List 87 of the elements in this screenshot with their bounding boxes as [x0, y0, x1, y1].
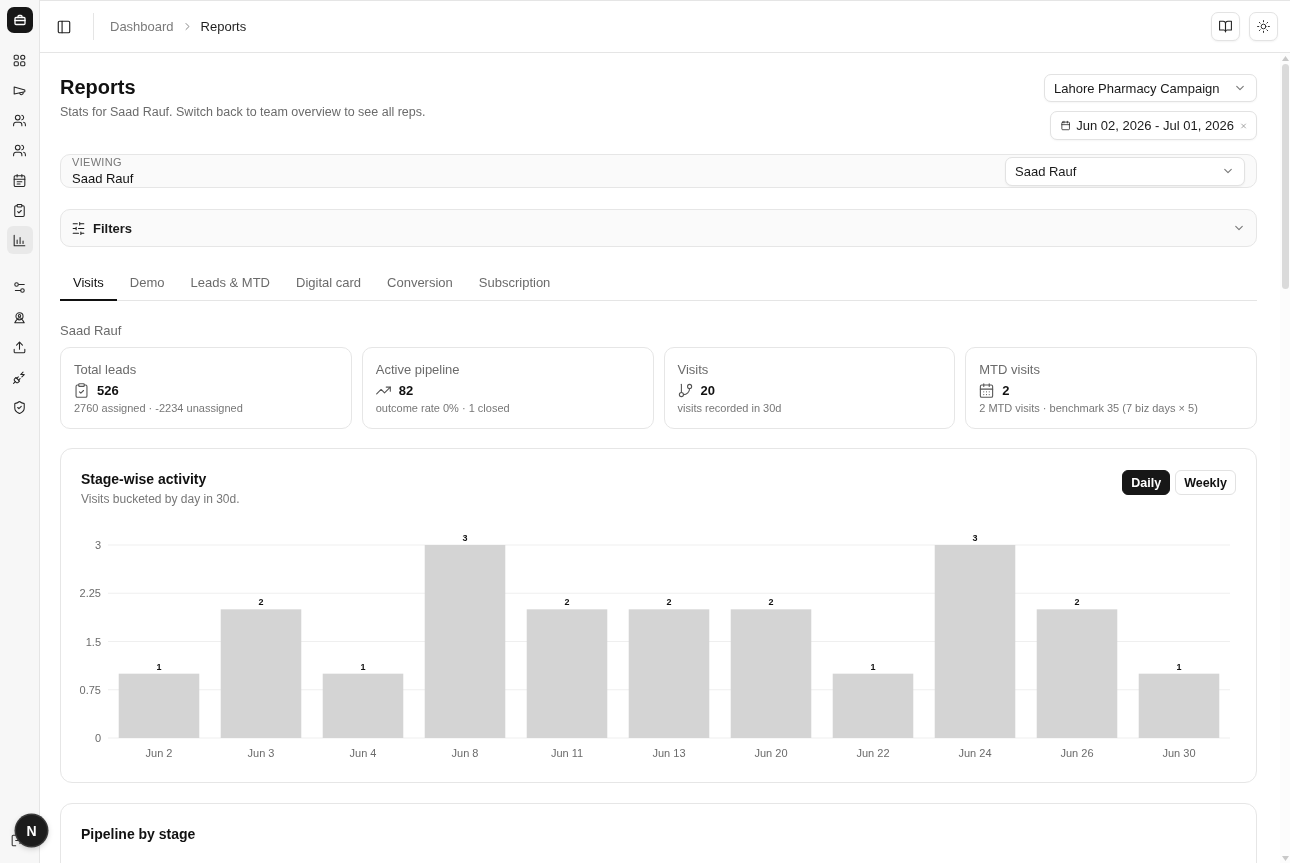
x-axis-label: Jun 3: [247, 747, 275, 759]
stat-note: 2760 assigned · -2234 unassigned: [74, 401, 244, 415]
tab[interactable]: Demo: [116, 266, 178, 301]
bar-chart-icon: [13, 233, 26, 247]
data-label: 1: [870, 661, 876, 672]
stat-note: outcome rate 0% · 1 closed: [375, 401, 511, 415]
data-label: 2: [1074, 597, 1080, 608]
briefcase-logo-icon[interactable]: [6, 7, 33, 33]
tab[interactable]: Digital card: [283, 266, 375, 301]
chart-subtitle: Visits bucketed by day in 30d.: [81, 491, 240, 507]
x-axis-label: Jun 2: [145, 747, 173, 759]
rep-select[interactable]: Saad Rauf: [1005, 156, 1245, 186]
x-axis-label: Jun 26: [1060, 747, 1094, 759]
users-icon: [13, 113, 26, 127]
stat-value: 82: [398, 382, 414, 398]
plug-icon: [13, 370, 26, 384]
dashboard-grid-icon: [13, 53, 26, 67]
users-icon: [13, 143, 26, 157]
git-branch-icon: [677, 382, 693, 398]
stat-value: 526: [97, 382, 119, 398]
tab[interactable]: Leads & MTD: [177, 266, 283, 301]
theme-toggle-button[interactable]: [1249, 12, 1278, 41]
y-axis-label: 3: [94, 539, 101, 551]
stat-label: Total leads: [74, 362, 138, 378]
shield-check-icon: [13, 400, 26, 414]
sun-icon: [1257, 20, 1270, 33]
y-axis-label: 0.75: [79, 683, 101, 696]
viewing-label: VIEWING: [72, 155, 123, 169]
clipboard-check-icon: [13, 203, 26, 217]
scrollbar-thumb[interactable]: [1281, 64, 1289, 289]
clipboard-check-icon: [74, 382, 89, 398]
stat-value: 20: [700, 382, 715, 398]
stat-label: Visits: [677, 362, 710, 378]
section-label: Saad Rauf: [60, 323, 122, 338]
calendar-icon: [1061, 119, 1071, 132]
data-label: 2: [768, 597, 774, 608]
filters-toggle[interactable]: Filters: [60, 209, 1257, 247]
card-title: Pipeline by stage: [81, 826, 196, 842]
y-axis-label: 0: [94, 732, 101, 744]
stat-label: Active pipeline: [375, 362, 461, 378]
toggle-button[interactable]: Daily: [1122, 470, 1171, 495]
x-axis-label: Jun 24: [958, 747, 992, 759]
toggle-button[interactable]: Weekly: [1175, 470, 1236, 495]
data-label: 1: [360, 661, 366, 672]
data-label: 1: [156, 661, 162, 672]
y-axis-label: 1.5: [85, 635, 101, 648]
book-open-icon: [1219, 20, 1232, 33]
stat-value: 2: [1002, 382, 1010, 398]
tab[interactable]: Conversion: [374, 266, 466, 301]
sliders-icon: [13, 280, 26, 294]
breadcrumb-link[interactable]: Dashboard: [110, 19, 174, 34]
panel-left-icon: [57, 19, 71, 34]
data-label: 2: [258, 597, 264, 608]
upload-icon: [13, 340, 26, 354]
x-axis-label: Jun 11: [550, 747, 584, 759]
data-label: 2: [666, 597, 672, 608]
page-subtitle: Stats for Saad Rauf. Switch back to team overview to see all reps.: [60, 104, 426, 120]
breadcrumb-current: Reports: [200, 19, 247, 34]
stat-note: 2 MTD visits · benchmark 35 (7 biz days × 5): [979, 401, 1199, 415]
x-axis-label: Jun 13: [652, 747, 686, 759]
megaphone-icon: [13, 83, 26, 97]
tab[interactable]: Visits: [60, 266, 117, 301]
y-axis-label: 2.25: [79, 587, 101, 600]
viewing-name: Saad Rauf: [72, 171, 134, 187]
tab[interactable]: Subscription: [465, 266, 564, 301]
stat-note: visits recorded in 30d: [677, 401, 783, 415]
calendar-icon: [13, 173, 26, 187]
page-title: Reports: [60, 75, 137, 100]
x-axis-label: Jun 8: [451, 747, 479, 759]
x-axis-label: Jun 20: [754, 747, 788, 759]
x-axis-label: Jun 22: [856, 747, 890, 759]
stat-label: MTD visits: [979, 362, 1041, 378]
nav-item[interactable]: [6, 226, 33, 254]
data-label: 2: [564, 597, 570, 608]
campaign-select[interactable]: Lahore Pharmacy Campaign: [1044, 74, 1257, 102]
calendar-icon: [979, 382, 995, 398]
x-axis-label: Jun 4: [349, 747, 377, 759]
docs-button[interactable]: [1211, 12, 1240, 41]
x-axis-label: Jun 30: [1162, 747, 1196, 759]
chart-title: Stage-wise activity: [81, 470, 208, 489]
sliders-horizontal-icon: [72, 221, 85, 235]
data-label: 1: [1176, 661, 1182, 672]
data-label: 3: [972, 533, 978, 543]
date-range-button[interactable]: Jun 02, 2026 - Jul 01, 2026: [1050, 111, 1257, 140]
webcam-icon: [13, 310, 26, 324]
data-label: 3: [462, 533, 468, 543]
dev-tools-badge[interactable]: N: [16, 815, 47, 846]
